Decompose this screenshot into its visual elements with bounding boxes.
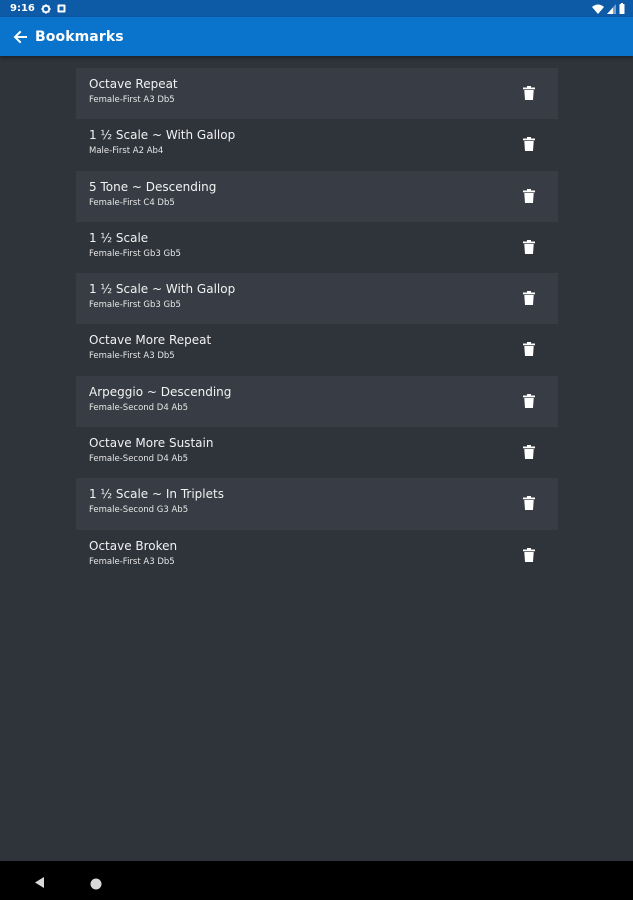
bookmark-subtitle: Female-First Gb3 Gb5 <box>89 300 181 311</box>
status-time: 9:16 <box>10 3 35 14</box>
bookmark-item[interactable]: Arpeggio ~ Descending Female-Second D4 A… <box>76 375 558 428</box>
bookmark-list: Octave Repeat Female-First A3 Db5 1 ½ Sc… <box>76 68 558 581</box>
bookmark-title: Octave More Sustain <box>89 436 214 451</box>
trash-icon[interactable] <box>522 136 536 152</box>
bookmark-subtitle: Female-First C4 Db5 <box>89 197 175 208</box>
arrow-left-icon[interactable] <box>8 25 32 49</box>
bookmark-title: 1 ½ Scale ~ With Gallop <box>89 128 236 143</box>
bookmark-subtitle: Male-First A2 Ab4 <box>89 146 164 157</box>
trash-icon[interactable] <box>522 393 536 409</box>
bookmark-title: 5 Tone ~ Descending <box>89 179 217 194</box>
status-bar: 9:16 <box>0 0 633 17</box>
page-title: Bookmarks <box>35 28 124 45</box>
bookmark-subtitle: Female-First A3 Db5 <box>89 95 175 105</box>
bookmark-item[interactable]: 1 ½ Scale ~ With Gallop Male-First A2 Ab… <box>76 119 558 170</box>
bookmark-subtitle: Female-First A3 Db5 <box>89 351 175 362</box>
trash-icon[interactable] <box>522 85 536 101</box>
trash-icon[interactable] <box>522 290 536 306</box>
bookmark-item[interactable]: 1 ½ Scale ~ In Triplets Female-Second G3… <box>76 478 558 530</box>
bookmark-title: Octave More Repeat <box>89 333 212 348</box>
trash-icon[interactable] <box>522 495 536 511</box>
trash-icon[interactable] <box>522 341 536 357</box>
trash-icon[interactable] <box>522 188 536 204</box>
nav-back-icon[interactable] <box>33 874 46 888</box>
app-bar: Bookmarks <box>0 17 633 56</box>
bookmark-item[interactable]: Octave Repeat Female-First A3 Db5 <box>76 68 558 120</box>
notification-icon <box>57 4 66 13</box>
wifi-icon <box>592 4 604 14</box>
trash-icon[interactable] <box>522 239 536 255</box>
battery-icon <box>619 3 625 14</box>
status-right <box>592 3 633 14</box>
trash-icon[interactable] <box>522 444 536 460</box>
bookmark-title: 1 ½ Scale <box>89 230 149 245</box>
bookmark-title: Arpeggio ~ Descending <box>89 384 232 399</box>
navigation-bar <box>0 861 633 900</box>
gear-icon <box>41 3 51 14</box>
bookmark-item[interactable]: 5 Tone ~ Descending Female-First C4 Db5 <box>76 170 558 222</box>
nav-home-icon[interactable] <box>90 875 102 890</box>
status-left: 9:16 <box>0 3 66 14</box>
bookmark-item[interactable]: 1 ½ Scale ~ With Gallop Female-First Gb3… <box>76 273 558 325</box>
bookmark-item[interactable]: Octave Broken Female-First A3 Db5 <box>76 530 558 581</box>
trash-icon[interactable] <box>522 547 536 563</box>
bookmark-title: Octave Repeat <box>89 77 178 91</box>
bookmark-subtitle: Female-Second D4 Ab5 <box>89 402 189 413</box>
bookmark-item[interactable]: Octave More Repeat Female-First A3 Db5 <box>76 324 558 375</box>
bookmark-item[interactable]: 1 ½ Scale Female-First Gb3 Gb5 <box>76 222 558 273</box>
bookmark-title: 1 ½ Scale ~ In Triplets <box>89 487 224 502</box>
bookmark-subtitle: Female-Second D4 Ab5 <box>89 454 189 465</box>
bookmark-title: 1 ½ Scale ~ With Gallop <box>89 282 236 297</box>
bookmark-item[interactable]: Octave More Sustain Female-Second D4 Ab5 <box>76 427 558 478</box>
bookmark-subtitle: Female-First A3 Db5 <box>89 556 175 567</box>
signal-icon <box>607 3 616 14</box>
bookmark-subtitle: Female-Second G3 Ab5 <box>89 505 189 516</box>
bookmark-title: Octave Broken <box>89 538 178 553</box>
bookmark-subtitle: Female-First Gb3 Gb5 <box>89 248 181 259</box>
